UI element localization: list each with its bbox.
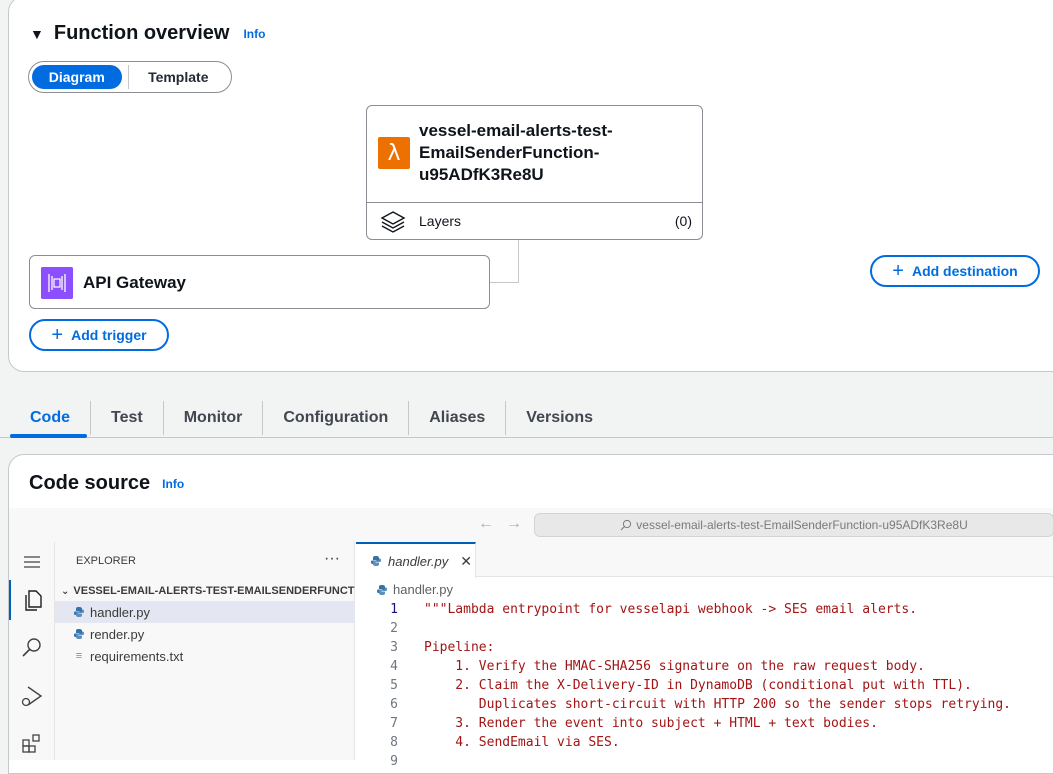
folder-name: VESSEL-EMAIL-ALERTS-TEST-EMAILSENDERFUNC… <box>73 585 355 597</box>
line-number: 1 <box>390 602 398 617</box>
function-name-line: vessel-email-alerts-test- <box>419 121 613 140</box>
python-file-icon <box>74 607 84 617</box>
connector-line <box>490 282 519 283</box>
diagram-toggle-button[interactable]: Diagram <box>32 65 122 89</box>
add-trigger-label: Add trigger <box>71 327 147 343</box>
code-text: 4. SendEmail via SES. <box>424 735 620 750</box>
code-line[interactable]: 5 2. Claim the X-Delivery-ID in DynamoDB… <box>356 676 1053 695</box>
chevron-down-icon: ⌄ <box>61 585 70 597</box>
code-text: Duplicates short-circuit with HTTP 200 s… <box>424 697 1011 712</box>
line-number: 8 <box>390 735 398 750</box>
function-overview-title: Function overview <box>53 22 230 44</box>
code-line[interactable]: 4 1. Verify the HMAC-SHA256 signature on… <box>356 657 1053 676</box>
code-editor: handler.py ✕ handler.py 1 """Lambda entry… <box>356 542 1053 769</box>
folder-row[interactable]: ⌄ VESSEL-EMAIL-ALERTS-TEST-EMAILSENDERFU… <box>55 580 355 602</box>
run-debug-icon[interactable] <box>9 676 55 716</box>
editor-tab-handler[interactable]: handler.py ✕ <box>356 542 476 578</box>
trigger-name: API Gateway <box>83 273 186 292</box>
function-name: vessel-email-alerts-test- EmailSenderFun… <box>419 120 689 186</box>
tab-aliases[interactable]: Aliases <box>409 401 507 435</box>
line-number: 9 <box>390 754 398 769</box>
line-number: 5 <box>390 678 398 693</box>
explorer-pane: EXPLORER ··· ⌄ VESSEL-EMAIL-ALERTS-TEST-… <box>55 542 355 760</box>
explorer-header: EXPLORER <box>76 555 136 567</box>
file-item-render[interactable]: render.py <box>55 623 355 645</box>
tab-test[interactable]: Test <box>91 401 164 435</box>
code-text: 3. Render the event into subject + HTML … <box>424 716 878 731</box>
layers-icon <box>380 211 406 233</box>
breadcrumb-file: handler.py <box>393 582 453 597</box>
function-node[interactable]: λ vessel-email-alerts-test- EmailSenderF… <box>366 105 703 240</box>
file-item-requirements[interactable]: ≡ requirements.txt <box>55 645 355 667</box>
plus-icon: + <box>51 324 64 346</box>
editor-tab-label: handler.py <box>388 553 449 569</box>
lambda-icon: λ <box>378 137 410 169</box>
tab-versions[interactable]: Versions <box>506 401 613 435</box>
overview-info-link[interactable]: Info <box>243 27 265 41</box>
code-line[interactable]: 3 Pipeline: <box>356 638 1053 657</box>
function-name-line: EmailSenderFunction- <box>419 143 600 162</box>
layers-count: (0) <box>674 213 692 229</box>
template-toggle-button[interactable]: Template <box>127 65 228 89</box>
menu-icon[interactable] <box>9 542 55 582</box>
line-number: 6 <box>390 697 398 712</box>
search-text: vessel-email-alerts-test-EmailSenderFunc… <box>636 518 968 532</box>
code-source-header: Code source Info <box>29 472 184 495</box>
activity-bar <box>9 542 55 760</box>
code-text: 2. Claim the X-Delivery-ID in DynamoDB (… <box>424 678 972 693</box>
function-overview-header[interactable]: ▼ Function overview Info <box>30 22 265 45</box>
code-line[interactable]: 6 Duplicates short-circuit with HTTP 200… <box>356 695 1053 714</box>
extensions-icon[interactable] <box>9 724 55 764</box>
line-number: 4 <box>390 659 398 674</box>
close-icon[interactable]: ✕ <box>460 553 472 570</box>
plus-icon: + <box>892 260 904 282</box>
file-item-handler[interactable]: handler.py <box>55 601 355 623</box>
forward-arrow-icon[interactable]: → <box>506 515 534 532</box>
tab-monitor[interactable]: Monitor <box>164 401 264 435</box>
python-file-icon <box>74 629 84 639</box>
connector-line <box>518 240 519 282</box>
code-source-info-link[interactable]: Info <box>162 477 184 491</box>
file-name: render.py <box>90 626 145 642</box>
add-trigger-button[interactable]: + Add trigger <box>29 319 169 351</box>
more-actions-icon[interactable]: ··· <box>324 550 340 568</box>
tab-code[interactable]: Code <box>10 401 91 435</box>
code-line[interactable]: 7 3. Render the event into subject + HTM… <box>356 714 1053 733</box>
line-number: 7 <box>390 716 398 731</box>
divider <box>367 202 702 203</box>
code-line[interactable]: 1 """Lambda entrypoint for vesselapi webh… <box>356 600 1053 619</box>
active-tab-indicator <box>10 434 87 438</box>
code-line[interactable]: 8 4. SendEmail via SES. <box>356 733 1053 752</box>
file-name: handler.py <box>90 604 150 620</box>
search-icon <box>620 519 632 531</box>
function-name-line: u95ADfK3Re8U <box>419 165 544 184</box>
line-number: 2 <box>390 621 398 636</box>
tab-configuration[interactable]: Configuration <box>263 401 410 435</box>
command-center-search[interactable]: vessel-email-alerts-test-EmailSenderFunc… <box>534 513 1053 537</box>
line-number: 3 <box>390 640 398 655</box>
layers-label[interactable]: Layers <box>419 213 461 229</box>
nav-arrows: ←→ <box>478 515 534 533</box>
code-text: """Lambda entrypoint for vesselapi webho… <box>424 602 918 617</box>
code-line[interactable]: 9 <box>356 752 1053 771</box>
add-destination-button[interactable]: + Add destination <box>870 255 1040 287</box>
add-destination-label: Add destination <box>911 263 1018 279</box>
code-source-title: Code source <box>29 472 151 494</box>
search-icon[interactable] <box>9 628 55 668</box>
function-tabs: Code Test Monitor Configuration Aliases … <box>10 398 613 438</box>
code-text: 1. Verify the HMAC-SHA256 signature on t… <box>424 659 925 674</box>
api-gateway-icon <box>41 267 73 299</box>
view-toggle: Diagram Template <box>28 61 232 93</box>
code-text: Pipeline: <box>424 640 495 655</box>
python-file-icon <box>377 584 387 595</box>
text-file-icon: ≡ <box>75 650 83 662</box>
collapse-caret-icon[interactable]: ▼ <box>30 26 44 42</box>
python-file-icon <box>371 556 381 566</box>
explorer-icon[interactable] <box>9 580 55 620</box>
code-line[interactable]: 2 <box>356 619 1053 638</box>
trigger-node-api-gateway[interactable]: API Gateway <box>29 255 490 309</box>
breadcrumb[interactable]: handler.py <box>376 582 453 597</box>
file-name: requirements.txt <box>90 648 184 664</box>
back-arrow-icon[interactable]: ← <box>478 515 506 532</box>
